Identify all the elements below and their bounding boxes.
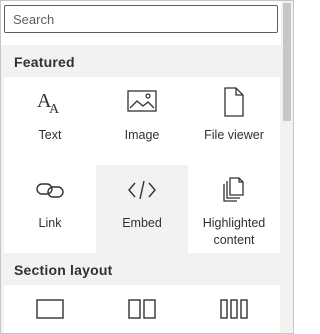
toolbox-panel: Featured A A Text Image (0, 0, 294, 334)
three-column-icon (188, 294, 280, 324)
svg-text:A: A (49, 102, 60, 116)
tile-one-column[interactable] (4, 285, 96, 333)
vertical-scrollbar[interactable] (281, 1, 293, 333)
section-header-section-layout: Section layout (1, 255, 281, 285)
tile-two-column[interactable] (96, 285, 188, 333)
link-icon (4, 175, 96, 205)
search-input[interactable] (4, 5, 278, 33)
tile-link[interactable]: Link (4, 165, 96, 253)
tile-label: Embed (122, 216, 162, 230)
tile-label: Link (38, 216, 62, 230)
embed-code-icon (96, 175, 188, 205)
two-column-icon (96, 294, 188, 324)
file-icon (188, 87, 280, 117)
tile-label: Text (38, 128, 62, 142)
tile-text[interactable]: A A Text (4, 77, 96, 165)
tile-label: Image (124, 128, 160, 142)
text-icon: A A (4, 87, 96, 117)
tile-image[interactable]: Image (96, 77, 188, 165)
tile-file-viewer[interactable]: File viewer (188, 77, 280, 165)
section-header-featured: Featured (1, 47, 281, 77)
search-area (1, 1, 293, 45)
scrollbar-thumb[interactable] (283, 3, 291, 121)
section-layout-grid (4, 285, 280, 333)
tile-label: Highlighted content (202, 216, 266, 247)
tile-three-column[interactable] (188, 285, 280, 333)
tile-label: File viewer (204, 128, 264, 142)
image-icon (96, 87, 188, 117)
featured-grid: A A Text Image File viewer Link Embed Hi… (4, 77, 280, 253)
highlighted-content-icon (188, 175, 280, 205)
tile-highlighted-content[interactable]: Highlighted content (188, 165, 280, 253)
tile-embed[interactable]: Embed (96, 165, 188, 253)
one-column-icon (4, 294, 96, 324)
